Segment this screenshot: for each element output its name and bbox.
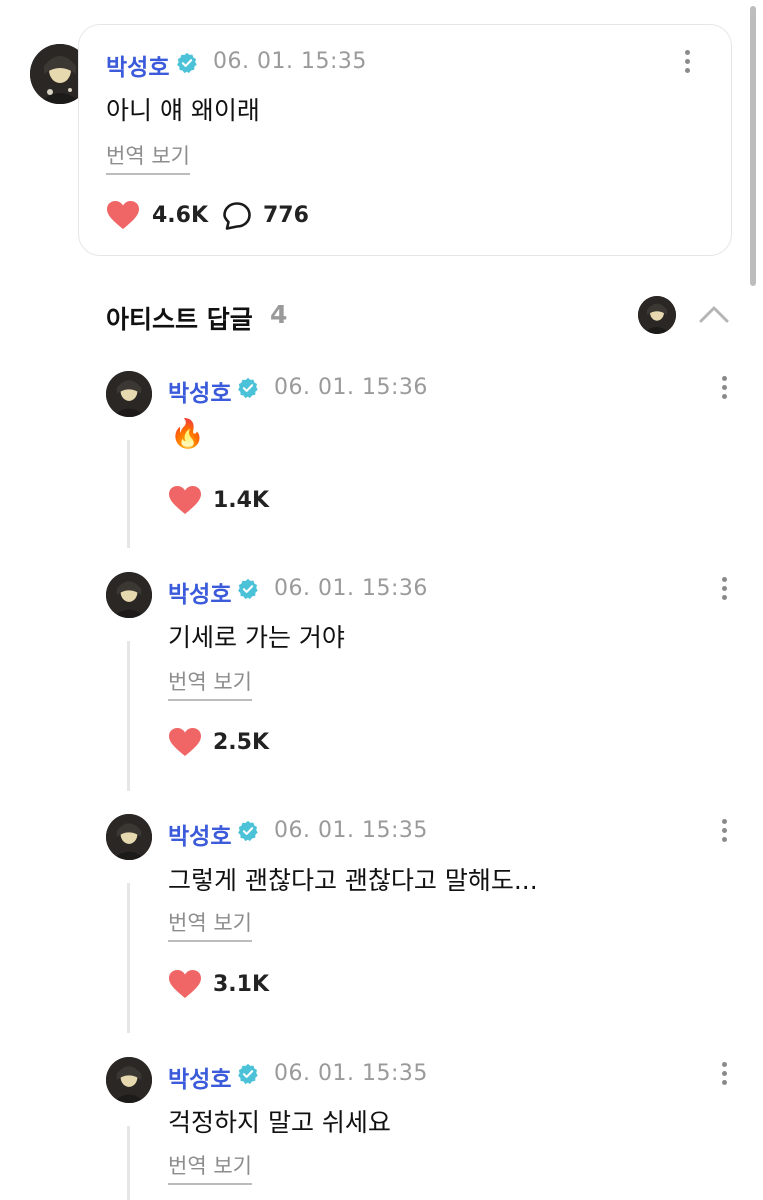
reply-timestamp: 06. 01. 15:35 (274, 1061, 428, 1086)
comment-count: 776 (263, 203, 309, 228)
reply-text: 🔥 (170, 417, 205, 450)
reply-timestamp: 06. 01. 15:36 (274, 375, 428, 400)
more-vertical-icon[interactable] (720, 376, 728, 402)
like-count: 4.6K (152, 203, 209, 228)
chevron-up-icon[interactable] (698, 302, 730, 326)
post-timestamp: 06. 01. 15:35 (213, 49, 367, 74)
reply-author-name[interactable]: 박성호 (168, 817, 231, 851)
heart-icon[interactable] (168, 727, 202, 757)
post-author-name[interactable]: 박성호 (106, 48, 169, 82)
translate-link[interactable]: 번역 보기 (168, 907, 252, 942)
comment-bubble-icon[interactable] (222, 201, 252, 231)
more-vertical-icon[interactable] (720, 819, 728, 845)
verified-badge-icon (238, 377, 258, 399)
like-count: 3.1K (213, 972, 270, 997)
reply-text: 기세로 가는 거야 (168, 623, 345, 652)
verified-badge-icon (238, 1063, 258, 1085)
thread-line (127, 1126, 130, 1200)
heart-icon[interactable] (168, 485, 202, 515)
reply-author-avatar[interactable] (106, 1057, 152, 1103)
translate-link[interactable]: 번역 보기 (168, 666, 252, 701)
like-count: 2.5K (213, 730, 270, 755)
like-count: 1.4K (213, 488, 270, 513)
more-vertical-icon[interactable] (720, 1062, 728, 1088)
reply-timestamp: 06. 01. 15:35 (274, 818, 428, 843)
reply-author-name[interactable]: 박성호 (168, 1060, 231, 1094)
artist-replies-count: 4 (270, 300, 288, 329)
artist-replies-title: 아티스트 답글 (106, 305, 253, 334)
heart-icon[interactable] (168, 969, 202, 999)
thread-line (127, 883, 130, 1033)
reply-text: 걱정하지 말고 쉬세요 (168, 1108, 391, 1137)
scrollbar[interactable] (750, 6, 756, 286)
translate-link[interactable]: 번역 보기 (168, 1150, 252, 1185)
heart-icon[interactable] (106, 200, 140, 230)
verified-badge-icon (238, 578, 258, 600)
verified-badge-icon (238, 820, 258, 842)
reply-text: 그렇게 괜찮다고 괜찮다고 말해도... (168, 866, 538, 895)
verified-badge-icon (177, 52, 197, 74)
reply-author-name[interactable]: 박성호 (168, 374, 231, 408)
thread-line (127, 641, 130, 791)
section-artist-avatar (638, 296, 676, 334)
reply-timestamp: 06. 01. 15:36 (274, 576, 428, 601)
reply-author-avatar[interactable] (106, 814, 152, 860)
reply-author-avatar[interactable] (106, 572, 152, 618)
reply-author-name[interactable]: 박성호 (168, 575, 231, 609)
reply-author-avatar[interactable] (106, 371, 152, 417)
more-vertical-icon[interactable] (683, 50, 691, 76)
more-vertical-icon[interactable] (720, 577, 728, 603)
translate-link[interactable]: 번역 보기 (106, 140, 190, 175)
post-text: 아니 얘 왜이래 (106, 96, 260, 125)
thread-line (127, 440, 130, 548)
